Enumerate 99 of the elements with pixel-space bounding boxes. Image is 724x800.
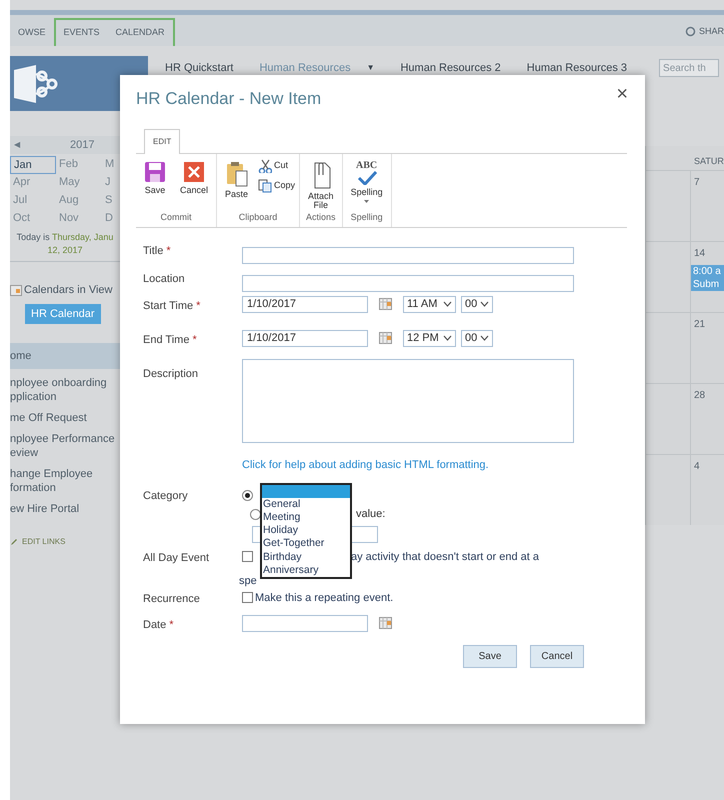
dialog-title: HR Calendar - New Item	[136, 88, 322, 110]
nav-link[interactable]: Human Resources 3	[526, 60, 628, 76]
chevron-down-icon	[480, 335, 489, 341]
date-number: 4	[694, 460, 701, 474]
share-icon	[684, 26, 696, 37]
calendar-icon	[379, 298, 392, 310]
checkbox-label: ay activity that doesn't start or end at a	[351, 550, 539, 564]
today-text: Today is Thursday, Janu	[16, 231, 114, 244]
radio-button[interactable]	[242, 490, 253, 501]
minute-dropdown[interactable]: 00	[461, 296, 493, 312]
nav-link[interactable]: Human Resources 2	[400, 60, 501, 76]
paste-button[interactable]: Paste	[221, 158, 252, 198]
checkbox-label: Make this a repeating event.	[255, 590, 394, 606]
category-dropdown-menu[interactable]: General Meeting Holiday Get-Together Birthday Anniversary	[260, 482, 352, 580]
text-field[interactable]	[242, 275, 574, 292]
date-number: 21	[694, 318, 706, 332]
description-field[interactable]	[242, 358, 574, 442]
text-field[interactable]	[242, 247, 574, 264]
save-button[interactable]: Save	[463, 644, 517, 668]
field-label: All Day Event	[143, 552, 210, 564]
year-label: 2017	[70, 138, 94, 153]
pencil-icon	[10, 538, 18, 546]
ribbon-group-label: Clipboard	[238, 211, 278, 224]
listbox-option[interactable]: Anniversary	[262, 564, 350, 578]
cut-button[interactable]: Cut	[258, 158, 296, 172]
copy-icon	[258, 178, 272, 192]
required-mark: *	[166, 244, 171, 256]
ribbon-group-label: Commit	[160, 211, 192, 224]
field-label: Category	[143, 490, 188, 502]
day-header: SATUR	[694, 154, 724, 168]
check-mark-icon	[356, 170, 377, 184]
sharepoint-logo-icon	[12, 64, 58, 104]
hour-dropdown[interactable]: 11 AM	[403, 296, 456, 312]
checkbox[interactable]	[242, 592, 253, 604]
chevron-down-icon	[443, 301, 452, 307]
date-number: 28	[694, 389, 706, 403]
field-label: Location	[143, 272, 185, 284]
month-cell[interactable]: Jan	[10, 156, 56, 174]
close-icon	[183, 160, 205, 182]
radio-button[interactable]	[250, 509, 261, 520]
calendars-in-view-label: Calendars in View	[24, 283, 112, 298]
save-button[interactable]: Save	[140, 158, 170, 194]
ribbon-tab[interactable]: OWSE	[10, 20, 54, 46]
close-button[interactable]: ×	[616, 86, 628, 102]
date-number: 7	[694, 176, 701, 190]
field-label: Date	[143, 618, 166, 630]
listbox-option[interactable]: Birthday	[262, 550, 350, 564]
field-label: Recurrence	[143, 592, 200, 604]
field-label: Title	[143, 244, 164, 256]
listbox-option[interactable]	[262, 484, 350, 498]
required-mark: *	[196, 300, 200, 312]
date-field[interactable]: 1/10/2017	[242, 296, 368, 312]
required-mark: *	[192, 334, 197, 346]
radio-label: value:	[356, 507, 386, 522]
nav-link[interactable]: HR Quickstart	[165, 60, 234, 76]
attach-file-button[interactable]: Attach File	[304, 158, 338, 210]
ribbon-tab[interactable]: CALENDAR	[108, 20, 173, 46]
ribbon-tab[interactable]: EVENTS	[56, 20, 108, 46]
calendar-icon	[379, 332, 392, 344]
ribbon-group-label: Actions	[305, 211, 337, 224]
cancel-button[interactable]: Cancel	[530, 644, 584, 668]
ribbon-group-label: Spelling	[350, 211, 384, 224]
chevron-down-icon	[480, 301, 489, 307]
field-label: Description	[143, 368, 198, 380]
today-date: 12, 2017	[46, 244, 84, 257]
listbox-option[interactable]: Get-Together	[262, 537, 350, 551]
field-label: End Time	[143, 334, 190, 346]
minute-dropdown[interactable]: 00	[461, 330, 493, 346]
field-label: Start Time	[143, 300, 194, 312]
clipboard-icon	[226, 160, 248, 186]
search-field[interactable]: Search th	[659, 59, 720, 77]
required-mark: *	[169, 618, 174, 630]
calendar-icon	[10, 284, 22, 296]
hour-dropdown[interactable]: 12 PM	[403, 330, 456, 346]
date-field[interactable]	[242, 614, 368, 632]
caret-icon	[364, 200, 370, 202]
nav-item[interactable]: me Off Request	[10, 410, 120, 424]
help-link[interactable]: Click for help about adding basic HTML formatting.	[242, 456, 489, 473]
chevron-down-icon	[443, 335, 452, 341]
copy-button[interactable]: Copy	[258, 178, 296, 192]
nav-item[interactable]: nployee Performance eview	[10, 432, 120, 460]
share-link[interactable]: SHAR	[698, 24, 724, 38]
spelling-button[interactable]: ABC Spelling	[346, 158, 387, 202]
checkbox-label: spe	[239, 575, 257, 587]
listbox-option[interactable]: Meeting	[262, 510, 350, 524]
date-number: 14	[694, 247, 706, 261]
listbox-option[interactable]: General	[262, 498, 350, 511]
nav-item[interactable]: nployee onboarding pplication	[10, 376, 120, 404]
spell-check-icon: ABC	[356, 160, 378, 184]
nav-item[interactable]: ew Hire Portal	[10, 502, 120, 516]
scissors-icon	[258, 158, 272, 172]
calendar-icon	[379, 617, 392, 629]
date-field[interactable]: 1/10/2017	[242, 330, 368, 346]
cancel-button[interactable]: Cancel	[176, 158, 212, 194]
nav-item[interactable]: hange Employee formation	[10, 466, 120, 494]
checkbox[interactable]	[242, 551, 253, 562]
dropdown-arrow[interactable]: ▼	[366, 62, 374, 74]
ribbon-tab[interactable]: EDIT	[144, 128, 180, 154]
listbox-option[interactable]: Holiday	[262, 524, 350, 538]
